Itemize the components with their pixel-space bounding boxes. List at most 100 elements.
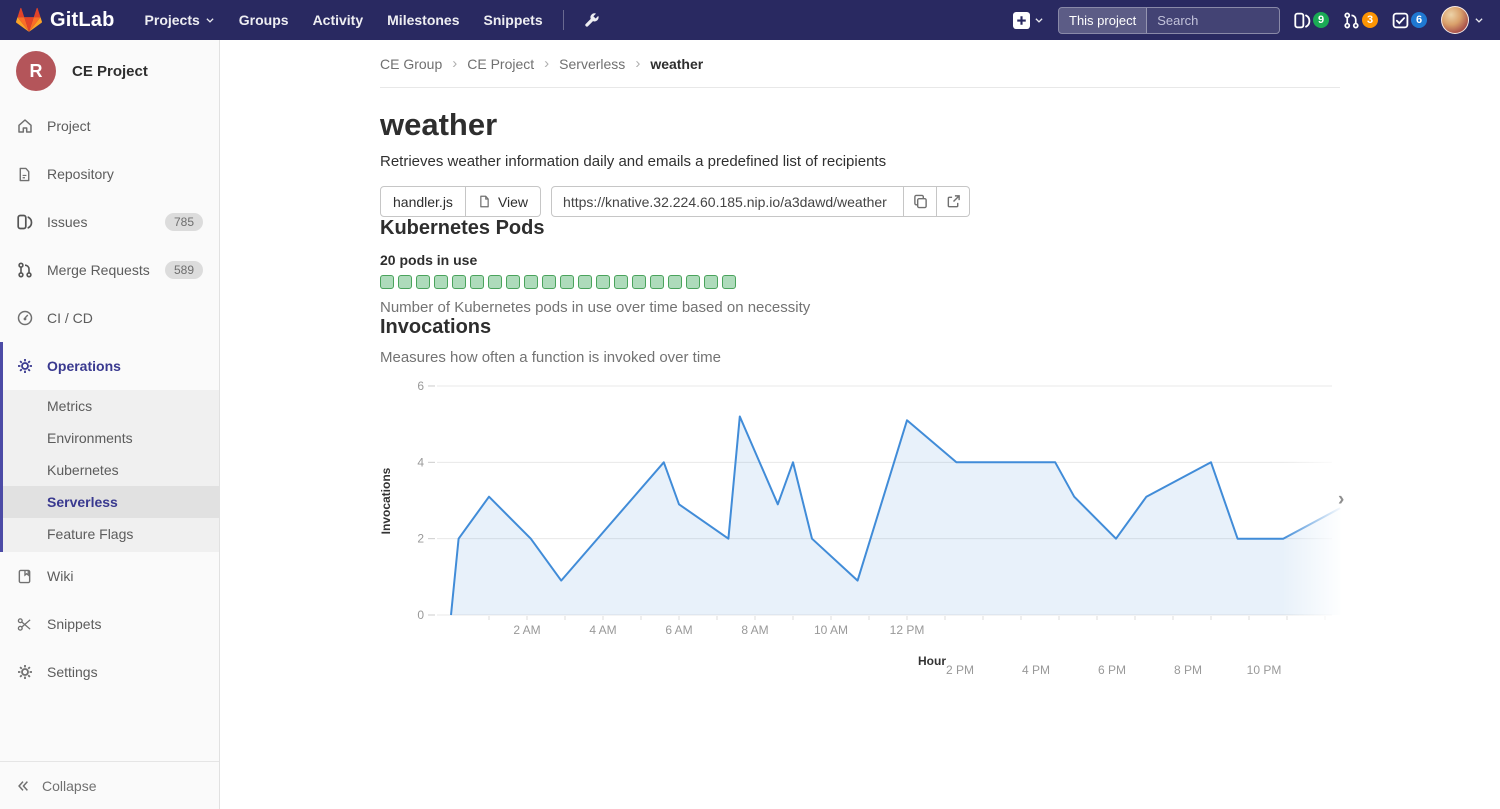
sidebar-item-snippets[interactable]: Snippets	[0, 600, 219, 648]
todos-count-badge: 6	[1411, 12, 1427, 28]
collapse-label: Collapse	[42, 778, 96, 794]
pod-square	[542, 275, 556, 289]
scissors-icon	[16, 617, 33, 632]
main-content: CE Group › CE Project › Serverless › wea…	[221, 40, 1500, 809]
merge-requests-count-pill: 589	[165, 261, 203, 279]
handler-button-group: handler.js View	[380, 186, 541, 217]
project-name: CE Project	[72, 63, 148, 80]
pod-square	[722, 275, 736, 289]
sidebar-item-issues[interactable]: Issues 785	[0, 198, 219, 246]
plus-square-icon	[1013, 12, 1030, 29]
svg-text:Invocations: Invocations	[380, 468, 393, 535]
nav-divider	[563, 10, 564, 30]
document-icon	[16, 167, 33, 182]
chevron-down-icon	[1474, 15, 1484, 25]
search-control: This project	[1058, 7, 1280, 34]
svg-text:0: 0	[417, 608, 424, 622]
sidebar-item-settings[interactable]: Settings	[0, 648, 219, 696]
double-chevron-left-icon	[16, 779, 30, 793]
new-dropdown[interactable]	[1013, 12, 1044, 29]
gitlab-tanuki-icon	[16, 7, 42, 33]
svg-text:6 PM: 6 PM	[1098, 663, 1126, 677]
nav-milestones[interactable]: Milestones	[375, 0, 471, 40]
pods-indicator-row	[380, 275, 1360, 289]
todos-counter[interactable]: 6	[1392, 12, 1427, 29]
search-scope-chip[interactable]: This project	[1059, 8, 1147, 33]
nav-groups[interactable]: Groups	[227, 0, 301, 40]
pod-square	[578, 275, 592, 289]
ci-cd-gauge-icon	[16, 310, 33, 326]
gitlab-logo[interactable]: GitLab	[16, 7, 115, 33]
pod-square	[560, 275, 574, 289]
page-title: weather	[380, 106, 1360, 143]
handler-file-button[interactable]: handler.js	[380, 186, 466, 217]
operations-section: Operations Metrics Environments Kubernet…	[0, 342, 219, 552]
pod-square	[434, 275, 448, 289]
sidebar-subitem-environments[interactable]: Environments	[3, 422, 219, 454]
sidebar-item-ci-cd[interactable]: CI / CD	[0, 294, 219, 342]
sidebar-subitem-kubernetes[interactable]: Kubernetes	[3, 454, 219, 486]
breadcrumb: CE Group › CE Project › Serverless › wea…	[380, 40, 1340, 88]
pods-heading: Kubernetes Pods	[380, 217, 1360, 240]
chevron-down-icon	[205, 15, 215, 25]
search-input[interactable]	[1155, 12, 1280, 29]
sidebar-item-repository[interactable]: Repository	[0, 150, 219, 198]
copy-url-button[interactable]	[904, 186, 937, 217]
pod-square	[470, 275, 484, 289]
pod-square	[614, 275, 628, 289]
endpoint-url-input[interactable]	[551, 186, 904, 217]
collapse-sidebar-button[interactable]: Collapse	[0, 761, 219, 809]
pod-square	[686, 275, 700, 289]
pod-square	[380, 275, 394, 289]
todo-check-icon	[1392, 12, 1409, 29]
sidebar-subitem-serverless[interactable]: Serverless	[3, 486, 219, 518]
sidebar-item-operations[interactable]: Operations	[3, 342, 219, 390]
svg-text:2 AM: 2 AM	[513, 623, 540, 637]
breadcrumb-serverless[interactable]: Serverless	[559, 56, 625, 72]
merge-request-icon	[1343, 12, 1360, 29]
project-header[interactable]: R CE Project	[0, 40, 219, 102]
nav-snippets[interactable]: Snippets	[472, 0, 555, 40]
breadcrumb-ce-project[interactable]: CE Project	[467, 56, 534, 72]
chevron-right-icon: ›	[452, 55, 457, 72]
chevron-right-icon: ›	[544, 55, 549, 72]
breadcrumb-ce-group[interactable]: CE Group	[380, 56, 442, 72]
pods-caption: Number of Kubernetes pods in use over ti…	[380, 299, 1360, 316]
pod-square	[416, 275, 430, 289]
sidebar-item-wiki[interactable]: Wiki	[0, 552, 219, 600]
sidebar-item-project[interactable]: Project	[0, 102, 219, 150]
issues-count-badge: 9	[1313, 12, 1329, 28]
invocations-caption: Measures how often a function is invoked…	[380, 349, 1360, 366]
view-handler-button[interactable]: View	[466, 186, 541, 217]
pod-square	[596, 275, 610, 289]
invocations-heading: Invocations	[380, 316, 1360, 339]
nav-projects[interactable]: Projects	[133, 0, 227, 40]
merge-request-icon	[16, 262, 33, 278]
pod-square	[704, 275, 718, 289]
pod-square	[398, 275, 412, 289]
open-url-button[interactable]	[937, 186, 970, 217]
admin-wrench-icon[interactable]	[572, 0, 611, 40]
pod-square	[452, 275, 466, 289]
svg-text:4 AM: 4 AM	[589, 623, 616, 637]
nav-activity[interactable]: Activity	[301, 0, 376, 40]
svg-text:2: 2	[417, 532, 424, 546]
svg-text:4 PM: 4 PM	[1022, 663, 1050, 677]
breadcrumb-current: weather	[650, 56, 703, 72]
merge-requests-counter[interactable]: 3	[1343, 12, 1378, 29]
chevron-down-icon	[1034, 15, 1044, 25]
sidebar-subitem-metrics[interactable]: Metrics	[3, 390, 219, 422]
issues-counter[interactable]: 9	[1294, 12, 1329, 29]
search-field-wrap	[1147, 8, 1280, 33]
user-menu[interactable]	[1441, 6, 1484, 34]
svg-text:4: 4	[417, 456, 424, 470]
sidebar-item-merge-requests[interactable]: Merge Requests 589	[0, 246, 219, 294]
file-icon	[478, 195, 491, 208]
chevron-right-icon: ›	[635, 55, 640, 72]
chart-scroll-right-arrow[interactable]: ›	[1338, 490, 1344, 509]
gear-icon	[16, 664, 33, 680]
user-avatar	[1441, 6, 1469, 34]
sidebar-subitem-feature-flags[interactable]: Feature Flags	[3, 518, 219, 550]
copy-icon	[913, 194, 928, 209]
pods-count-label: 20 pods in use	[380, 252, 1360, 268]
